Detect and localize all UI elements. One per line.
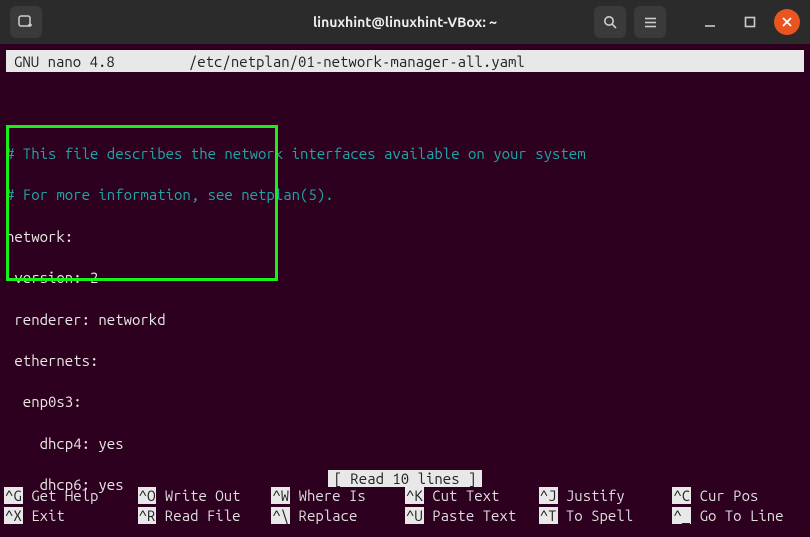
shortcut-item: ^\ Replace bbox=[271, 506, 405, 527]
shortcut-key: ^J bbox=[539, 487, 558, 504]
shortcut-label: Go To Line bbox=[700, 507, 784, 524]
shortcut-key: ^O bbox=[138, 487, 157, 504]
nano-file-path: /etc/netplan/01-network-manager-all.yaml bbox=[189, 53, 525, 70]
shortcut-label: Exit bbox=[31, 507, 65, 524]
shortcut-item: ^R Read File bbox=[138, 506, 272, 527]
shortcut-row: ^X Exit ^R Read File ^\ Replace ^U Paste… bbox=[4, 506, 806, 527]
yaml-line: network: bbox=[6, 227, 804, 248]
shortcut-key: ^G bbox=[4, 487, 23, 504]
shortcut-item: ^G Get Help bbox=[4, 486, 138, 507]
nano-app-name: GNU nano 4.8 bbox=[14, 53, 115, 70]
shortcut-label: Where Is bbox=[299, 487, 366, 504]
shortcut-item: ^J Justify bbox=[539, 486, 673, 507]
comment-line: # This file describes the network interf… bbox=[6, 144, 804, 165]
shortcut-label: Cut Text bbox=[432, 487, 499, 504]
maximize-icon bbox=[744, 16, 756, 28]
shortcut-key: ^U bbox=[405, 507, 424, 524]
yaml-line: enp0s3: bbox=[6, 392, 804, 413]
nano-status-text: [ Read 10 lines ] bbox=[328, 470, 483, 487]
titlebar-right bbox=[594, 6, 800, 38]
nano-header-bar: GNU nano 4.8 /etc/netplan/01-network-man… bbox=[6, 50, 804, 72]
minimize-button[interactable] bbox=[694, 10, 726, 34]
shortcut-key: ^R bbox=[138, 507, 157, 524]
shortcut-item: ^W Where Is bbox=[271, 486, 405, 507]
shortcut-item: ^_ Go To Line bbox=[672, 506, 806, 527]
shortcut-label: Replace bbox=[299, 507, 358, 524]
close-icon bbox=[781, 16, 793, 28]
maximize-button[interactable] bbox=[734, 10, 766, 34]
shortcut-label: Read File bbox=[165, 507, 241, 524]
blank-line bbox=[6, 103, 804, 124]
shortcut-key: ^X bbox=[4, 507, 23, 524]
menu-button[interactable] bbox=[634, 6, 666, 38]
comment-line: # For more information, see netplan(5). bbox=[6, 185, 804, 206]
yaml-line: version: 2 bbox=[6, 268, 804, 289]
shortcut-key: ^K bbox=[405, 487, 424, 504]
titlebar-left bbox=[10, 6, 42, 38]
close-button[interactable] bbox=[774, 9, 800, 35]
yaml-line: ethernets: bbox=[6, 351, 804, 372]
window-titlebar: linuxhint@linuxhint-VBox: ~ bbox=[0, 0, 810, 44]
shortcut-key: ^C bbox=[672, 487, 691, 504]
nano-shortcut-bar: ^G Get Help ^O Write Out ^W Where Is ^K … bbox=[0, 486, 810, 529]
window-title: linuxhint@linuxhint-VBox: ~ bbox=[313, 14, 497, 30]
shortcut-item: ^U Paste Text bbox=[405, 506, 539, 527]
shortcut-label: Paste Text bbox=[432, 507, 516, 524]
new-tab-button[interactable] bbox=[10, 6, 42, 38]
shortcut-label: Cur Pos bbox=[700, 487, 759, 504]
shortcut-key: ^\ bbox=[271, 507, 290, 524]
shortcut-label: Write Out bbox=[165, 487, 241, 504]
shortcut-label: Get Help bbox=[31, 487, 98, 504]
hamburger-icon bbox=[643, 15, 658, 30]
search-icon bbox=[603, 15, 618, 30]
editor-area[interactable]: # This file describes the network interf… bbox=[0, 72, 810, 537]
minimize-icon bbox=[703, 15, 717, 29]
shortcut-item: ^K Cut Text bbox=[405, 486, 539, 507]
shortcut-row: ^G Get Help ^O Write Out ^W Where Is ^K … bbox=[4, 486, 806, 507]
shortcut-item: ^T To Spell bbox=[539, 506, 673, 527]
yaml-line: dhcp4: yes bbox=[6, 434, 804, 455]
shortcut-label: Justify bbox=[566, 487, 625, 504]
yaml-line: renderer: networkd bbox=[6, 310, 804, 331]
nano-status-line: [ Read 10 lines ] bbox=[0, 470, 810, 487]
shortcut-label: To Spell bbox=[566, 507, 633, 524]
shortcut-key: ^T bbox=[539, 507, 558, 524]
shortcut-item: ^X Exit bbox=[4, 506, 138, 527]
shortcut-key: ^_ bbox=[672, 507, 691, 524]
terminal-plus-icon bbox=[18, 14, 34, 30]
shortcut-item: ^C Cur Pos bbox=[672, 486, 806, 507]
shortcut-item: ^O Write Out bbox=[138, 486, 272, 507]
search-button[interactable] bbox=[594, 6, 626, 38]
shortcut-key: ^W bbox=[271, 487, 290, 504]
